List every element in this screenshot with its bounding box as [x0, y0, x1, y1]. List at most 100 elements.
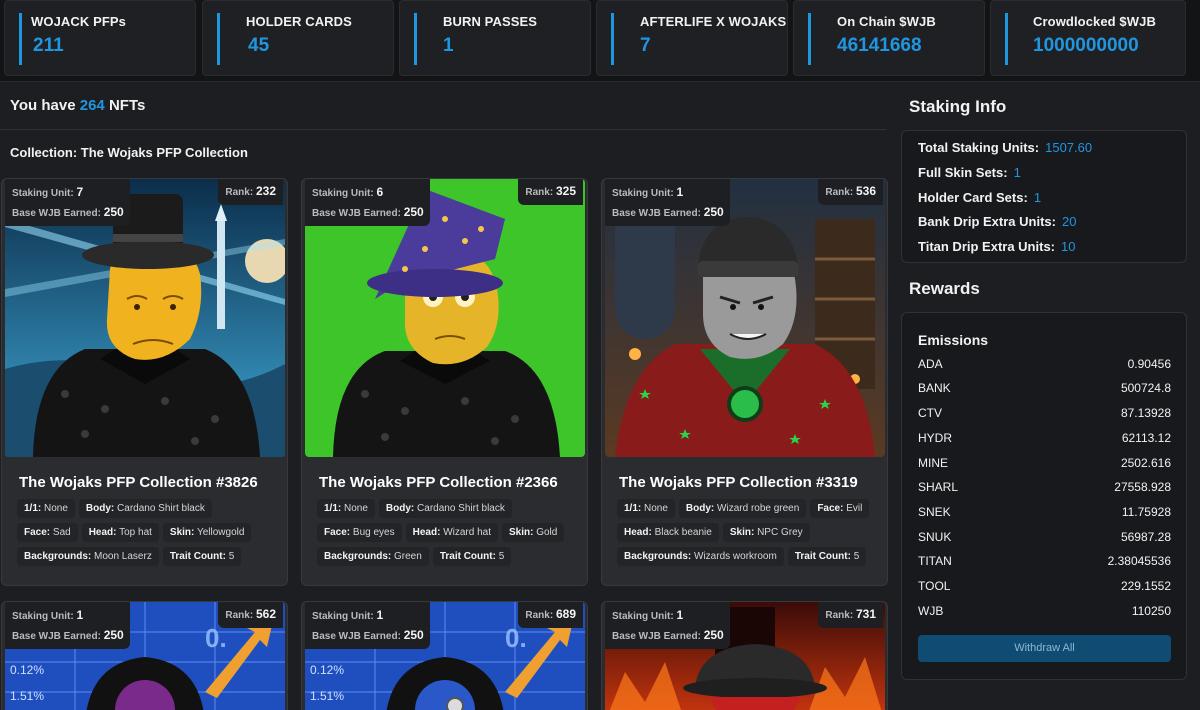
rank-tag: Rank: 536 [818, 179, 883, 205]
rank-label: Rank: [825, 610, 854, 621]
base-wjb-label: Base WJB Earned: [312, 631, 401, 642]
stat-accent-bar [1005, 13, 1008, 65]
rank-label: Rank: [525, 610, 554, 621]
token-name: WJB [918, 604, 944, 618]
trait-value: Moon Laserz [94, 551, 152, 562]
stat-label: On Chain $WJB [837, 14, 936, 29]
info-value: 10 [1061, 239, 1076, 254]
stat-accent-bar [414, 13, 417, 65]
trait-face: Face: Bug eyes [317, 523, 402, 542]
info-label: Full Skin Sets: [918, 165, 1008, 180]
staking-unit-label: Staking Unit: [612, 611, 674, 622]
trait-skin: Skin: Yellowgold [162, 523, 252, 542]
nft-title: The Wojaks PFP Collection #3319 [619, 474, 858, 491]
token-amount: 2502.616 [1120, 456, 1171, 470]
base-wjb-value: 250 [703, 205, 724, 219]
trait-key: Backgrounds: [624, 551, 692, 562]
trait-count: Trait Count: 5 [432, 547, 512, 566]
nft-count-prefix: You have [10, 97, 76, 114]
trait-value: Wizard robe green [717, 503, 800, 514]
base-wjb-label: Base WJB Earned: [12, 208, 101, 219]
stat-value: 1 [443, 35, 454, 56]
trait-key: Head: [624, 527, 652, 538]
trait-head: Head: Black beanie [617, 523, 719, 542]
trait-face: Face: Sad [17, 523, 78, 542]
nft-count-number: 264 [79, 97, 105, 114]
token-name: MINE [918, 456, 948, 470]
stats-bar: WOJACK PFPs 211 HOLDER CARDS 45 BURN PAS… [0, 0, 1200, 82]
rank-tag: Rank: 325 [518, 179, 583, 205]
trait-key: Skin: [169, 527, 195, 538]
nft-card[interactable]: Staking Unit: 7 Base WJB Earned: 250 Ran… [1, 178, 288, 586]
section-divider [0, 129, 886, 130]
base-wjb-value: 250 [103, 628, 124, 642]
emissions-title: Emissions [918, 332, 989, 348]
total-staking-units: Total Staking Units: 1507.60 [918, 140, 1092, 155]
token-name: BANK [918, 381, 951, 395]
token-amount: 2.38045536 [1107, 554, 1171, 568]
emission-row: SNEK 11.75928 [918, 505, 1171, 519]
trait-key: Body: [385, 503, 415, 514]
trait-value: Yellowgold [196, 527, 245, 538]
trait-key: Head: [88, 527, 117, 538]
nft-card[interactable]: Staking Unit: 1 Base WJB Earned: 250 Ran… [601, 601, 888, 710]
info-value: 1 [1033, 190, 1042, 205]
info-value: 20 [1061, 214, 1077, 229]
rank-tag: Rank: 562 [218, 602, 283, 628]
trait-key: Head: [412, 527, 441, 538]
nft-card[interactable]: 0. 0.12% 1.51% Staking Unit: 1 Base WJB … [1, 601, 288, 710]
emission-row: ADA 0.90456 [918, 357, 1171, 371]
stat-label: WOJACK PFPs [31, 14, 127, 29]
info-value: 1 [1013, 165, 1021, 180]
token-amount: 87.13928 [1120, 406, 1171, 420]
token-name: TITAN [918, 554, 952, 568]
trait-key: Face: [24, 527, 51, 538]
stat-label: BURN PASSES [443, 14, 538, 29]
base-wjb-value: 250 [103, 205, 124, 219]
trait-list: 1/1: None Body: Wizard robe green Face: … [617, 499, 879, 571]
full-skin-sets: Full Skin Sets: 1 [918, 165, 1021, 180]
stat-burn-passes: BURN PASSES 1 [399, 0, 591, 76]
rank-label: Rank: [825, 187, 854, 198]
svg-text:1.51%: 1.51% [10, 689, 44, 703]
stat-accent-bar [808, 13, 811, 65]
stat-value: 211 [33, 35, 64, 56]
withdraw-all-button[interactable]: Withdraw All [918, 635, 1171, 662]
trait-one-of-one: 1/1: None [317, 499, 375, 518]
rank-value: 232 [255, 184, 276, 198]
rank-value: 325 [555, 184, 576, 198]
base-wjb-label: Base WJB Earned: [312, 208, 401, 219]
trait-head: Head: Wizard hat [405, 523, 498, 542]
nft-card[interactable]: Staking Unit: 1 Base WJB Earned: 250 Ran… [601, 178, 888, 586]
rank-tag: Rank: 689 [518, 602, 583, 628]
nft-count: You have 264 NFTs [10, 97, 145, 114]
trait-key: Trait Count: [439, 551, 496, 562]
nft-card[interactable]: 0. 0.12% 1.51% Staking Unit: 1 Base WJB … [301, 601, 588, 710]
staking-info-tag: Staking Unit: 1 Base WJB Earned: 250 [305, 602, 430, 649]
trait-value: Top hat [119, 527, 152, 538]
staking-unit-label: Staking Unit: [12, 188, 74, 199]
trait-value: NPC Grey [757, 527, 803, 538]
trait-value: None [44, 503, 68, 514]
emission-row: WJB 110250 [918, 604, 1171, 618]
trait-key: 1/1: [324, 503, 342, 514]
staking-info-tag: Staking Unit: 7 Base WJB Earned: 250 [5, 179, 130, 226]
token-name: HYDR [918, 431, 953, 445]
trait-backgrounds: Backgrounds: Green [317, 547, 429, 566]
trait-list: 1/1: None Body: Cardano Shirt black Face… [17, 499, 279, 571]
trait-value: 5 [498, 551, 505, 562]
trait-value: None [344, 503, 368, 514]
staking-unit-value: 7 [76, 185, 84, 199]
token-amount: 110250 [1131, 604, 1171, 618]
token-amount: 62113.12 [1121, 431, 1171, 445]
bank-drip-extra-units: Bank Drip Extra Units: 20 [918, 214, 1076, 229]
trait-value: Green [394, 551, 422, 562]
rank-value: 731 [855, 607, 876, 621]
rank-value: 562 [255, 607, 276, 621]
stat-value: 45 [248, 35, 270, 56]
trait-value: Sad [52, 527, 71, 538]
info-label: Titan Drip Extra Units: [918, 239, 1056, 254]
nft-count-suffix: NFTs [108, 97, 146, 114]
trait-count: Trait Count: 5 [787, 547, 867, 566]
nft-card[interactable]: Staking Unit: 6 Base WJB Earned: 250 Ran… [301, 178, 588, 586]
